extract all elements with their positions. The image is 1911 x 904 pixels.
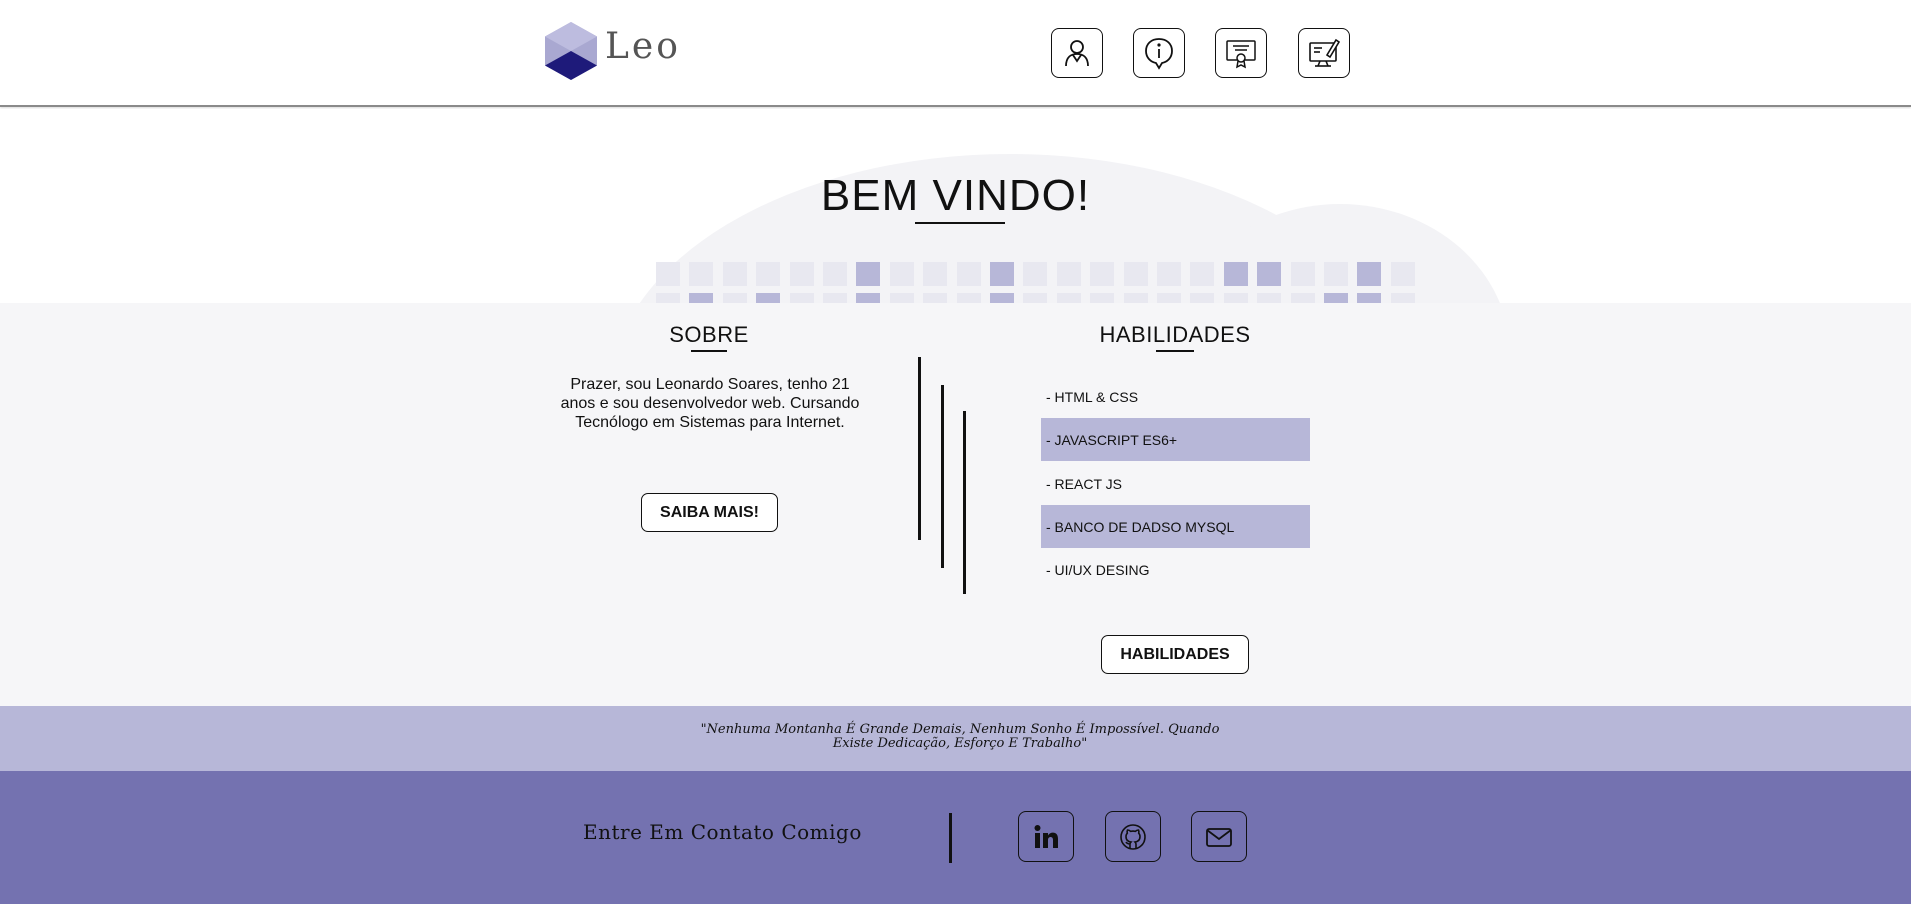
hero-title: BEM VINDO! (820, 171, 1091, 220)
content-section: SOBRE Prazer, sou Leonardo Soares, tenho… (0, 303, 1911, 706)
decor-square (1324, 262, 1348, 286)
monitor-pen-icon (1309, 38, 1341, 67)
decor-square (956, 293, 981, 303)
decor-square (823, 293, 847, 303)
decor-square (956, 262, 981, 286)
skill-item: - HTML & CSS (1046, 388, 1139, 405)
divider-line (918, 357, 921, 540)
decor-square (722, 262, 747, 286)
linkedin-icon (1034, 824, 1058, 848)
divider-line (941, 385, 944, 568)
github-button[interactable] (1105, 811, 1161, 862)
decor-square (1390, 262, 1415, 286)
decor-square (689, 262, 714, 286)
site-footer: Entre Em Contato Comigo (0, 771, 1911, 904)
decor-square (1257, 262, 1282, 286)
decor-square (1390, 293, 1415, 303)
decor-square (789, 262, 814, 286)
decor-square (856, 293, 881, 303)
decor-square (1223, 293, 1248, 303)
hero-section: BEM VINDO! (0, 109, 1911, 303)
skills-title-underline (1156, 350, 1194, 352)
decor-square (789, 293, 814, 303)
quote-line: Existe Dedicação, Esforço E Trabalho" (832, 736, 1088, 751)
decor-square (1023, 262, 1048, 286)
quote-line: "Nenhuma Montanha É Grande Demais, Nenhu… (700, 722, 1220, 737)
certificate-icon (1226, 40, 1256, 69)
decor-square (756, 262, 781, 286)
skill-item: - BANCO DE DADSO MYSQL (1041, 505, 1310, 548)
linkedin-button[interactable] (1018, 811, 1074, 862)
contact-label: Entre Em Contato Comigo (583, 820, 862, 844)
decor-square (1090, 262, 1115, 286)
skill-item: - JAVASCRIPT ES6+ (1041, 418, 1310, 461)
mail-icon (1206, 827, 1232, 847)
decor-square (1357, 293, 1382, 303)
decor-square (1056, 262, 1081, 286)
decor-square (1090, 293, 1115, 303)
nav-projects-button[interactable] (1298, 28, 1350, 78)
decor-square (1257, 293, 1282, 303)
decor-square (1290, 293, 1315, 303)
email-button[interactable] (1191, 811, 1247, 862)
info-icon (1145, 38, 1173, 70)
divider-line (963, 411, 966, 594)
decor-square (656, 262, 680, 286)
brand-name[interactable]: Leo (605, 26, 681, 67)
quote-text: "Nenhuma Montanha É Grande Demais, Nenhu… (660, 723, 1260, 751)
about-title-underline (691, 350, 727, 352)
decor-square (1290, 262, 1315, 286)
decor-square (1157, 262, 1181, 286)
hexagon-logo-icon[interactable] (545, 22, 597, 80)
quote-section: "Nenhuma Montanha É Grande Demais, Nenhu… (0, 706, 1911, 771)
decor-square (1123, 293, 1148, 303)
decor-square (1324, 293, 1348, 303)
decor-square (889, 293, 914, 303)
decor-square (990, 262, 1014, 286)
decor-square (1123, 262, 1148, 286)
about-text: Prazer, sou Leonardo Soares, tenho 21 an… (560, 376, 860, 431)
decor-square (1190, 262, 1215, 286)
decor-square (1157, 293, 1181, 303)
decor-square (1056, 293, 1081, 303)
skill-item: - REACT JS (1046, 475, 1122, 492)
learn-more-button[interactable]: SAIBA MAIS! (641, 493, 778, 532)
footer-divider (949, 813, 952, 863)
skill-item: - UI/UX DESING (1046, 561, 1150, 578)
nav-certificate-button[interactable] (1215, 28, 1267, 78)
decor-square (1223, 262, 1248, 286)
github-icon (1120, 823, 1146, 850)
decor-square (856, 262, 881, 286)
skills-button[interactable]: HABILIDADES (1101, 635, 1249, 674)
hero-title-underline (915, 222, 1005, 224)
decor-square (889, 262, 914, 286)
decor-square (756, 293, 781, 303)
user-icon (1065, 40, 1089, 67)
about-title: SOBRE (669, 322, 749, 347)
decor-square (990, 293, 1014, 303)
decor-square (923, 262, 948, 286)
decor-square (923, 293, 948, 303)
site-header: Leo (0, 0, 1911, 107)
decor-square (722, 293, 747, 303)
decor-square (1357, 262, 1382, 286)
decor-square (1023, 293, 1048, 303)
decor-square (656, 293, 680, 303)
skills-title: HABILIDADES (1099, 322, 1251, 347)
nav-profile-button[interactable] (1051, 28, 1103, 78)
decor-square (689, 293, 714, 303)
decorative-squares (0, 262, 1911, 303)
nav-info-button[interactable] (1133, 28, 1185, 78)
decor-square (823, 262, 847, 286)
decor-square (1190, 293, 1215, 303)
